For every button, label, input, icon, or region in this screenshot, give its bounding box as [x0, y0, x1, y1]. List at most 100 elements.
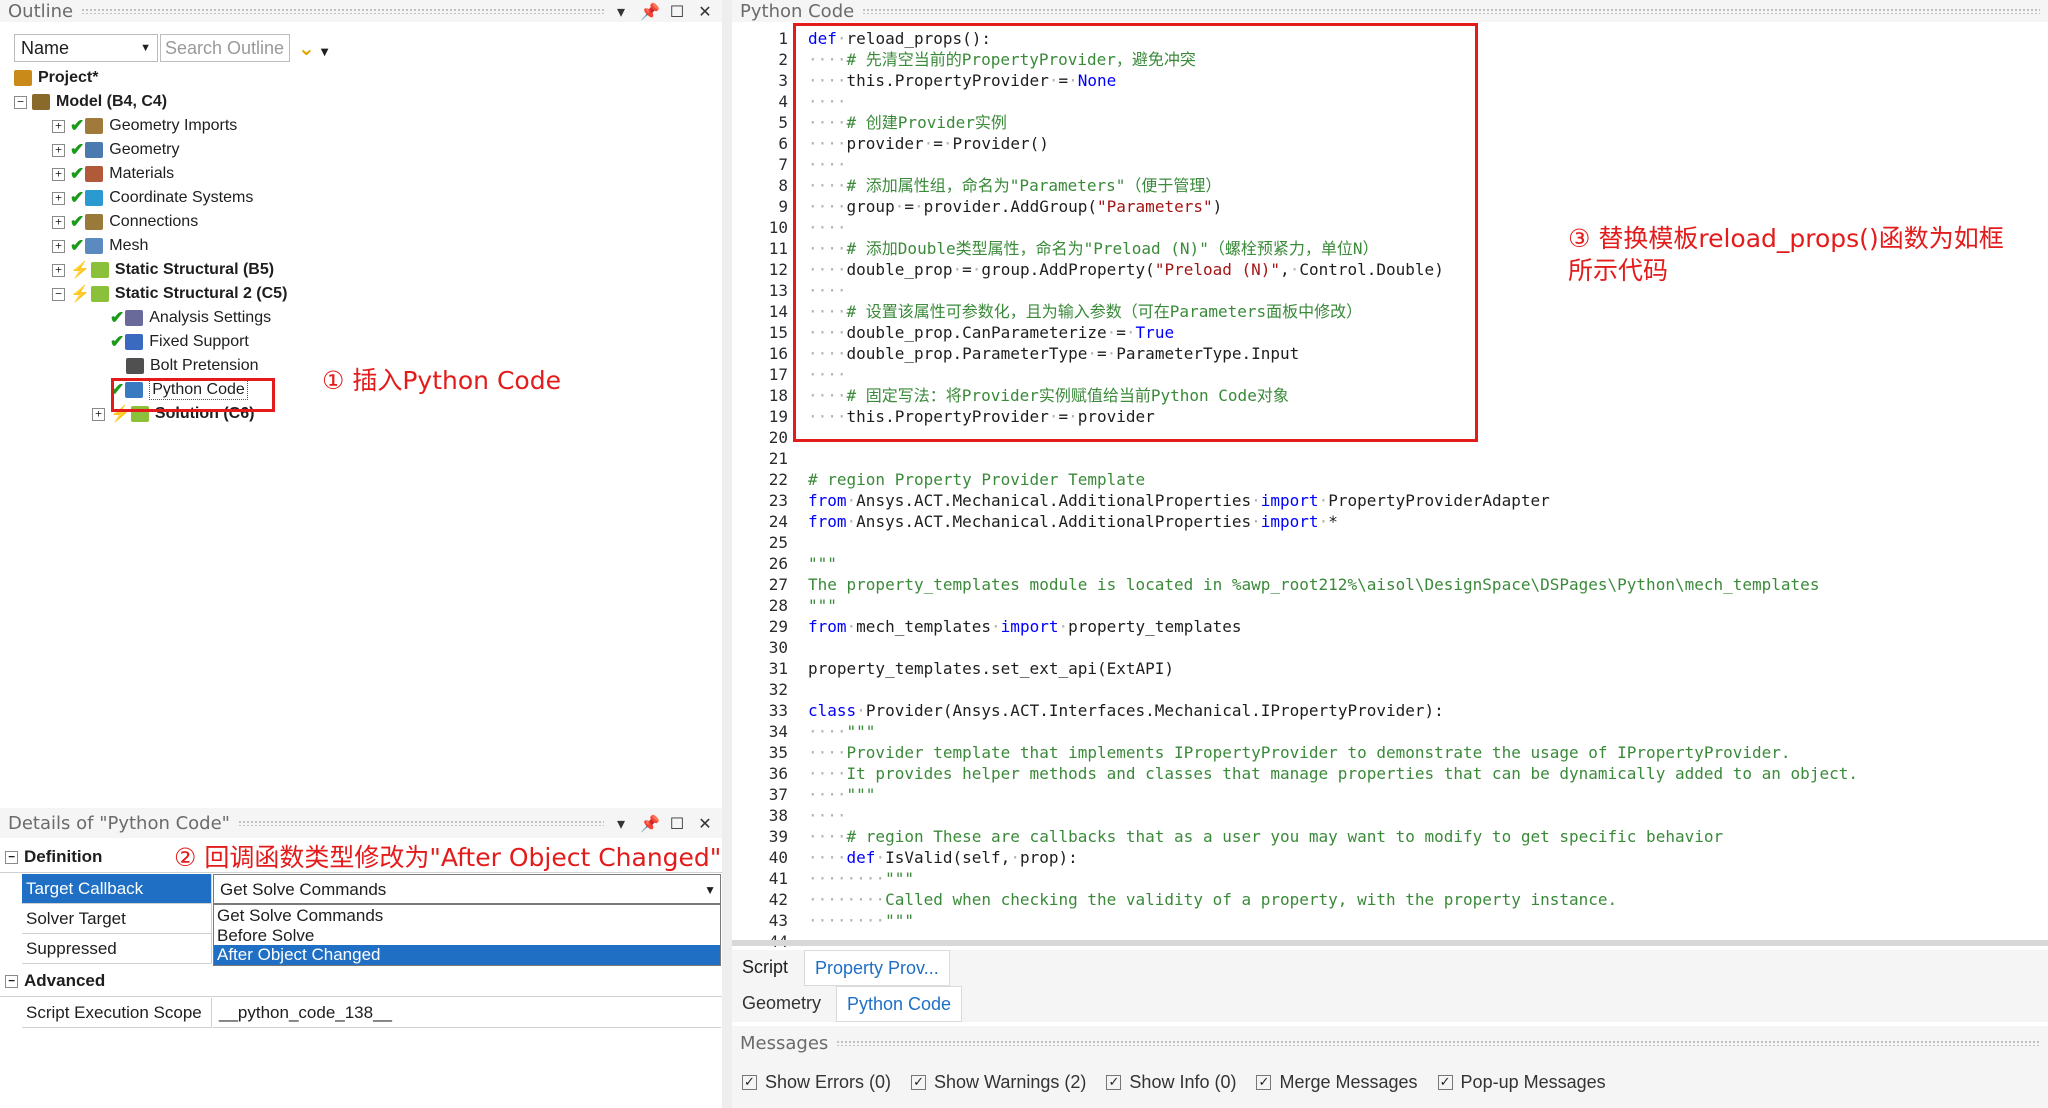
expand-icon[interactable]: +: [52, 263, 65, 277]
tree-item[interactable]: − Model (B4, C4): [14, 90, 167, 114]
checkbox[interactable]: ✓: [742, 1074, 757, 1090]
collapse-icon[interactable]: −: [14, 95, 27, 109]
code-line[interactable]: 43 ········""": [732, 910, 2048, 931]
callback-dropdown-list[interactable]: Get Solve Commands Before Solve After Ob…: [213, 904, 721, 966]
tree-item[interactable]: + ✔ Geometry Imports: [52, 114, 237, 138]
dropdown-arrow-icon[interactable]: ▾: [612, 2, 630, 21]
tree-item[interactable]: − ⚡ Static Structural 2 (C5): [52, 282, 287, 306]
expand-icon[interactable]: +: [92, 407, 105, 421]
expand-icon[interactable]: +: [52, 239, 65, 253]
code-line[interactable]: 39 ····# region These are callbacks that …: [732, 826, 2048, 847]
message-filter-item[interactable]: ✓ Merge Messages: [1256, 1072, 1418, 1093]
expand-icon[interactable]: +: [52, 119, 65, 133]
tree-item-label: Static Structural (B5): [114, 261, 275, 278]
tree-item[interactable]: + ⚡ Static Structural (B5): [52, 258, 274, 282]
message-filter-item[interactable]: ✓ Show Warnings (2): [911, 1072, 1086, 1093]
line-number: 38: [768, 806, 788, 825]
tree-item[interactable]: + ✔ Coordinate Systems: [52, 186, 253, 210]
tree-item[interactable]: + ✔ Materials: [52, 162, 174, 186]
code-line[interactable]: 40 ····def·IsValid(self,·prop):: [732, 847, 2048, 868]
panel-splitter[interactable]: [722, 0, 732, 1108]
tree-item[interactable]: ✔ Analysis Settings: [92, 306, 271, 330]
messages-title-bar: Messages: [732, 1026, 2048, 1060]
line-number: 25: [768, 533, 788, 552]
dropdown-option-selected[interactable]: After Object Changed: [214, 945, 720, 965]
pin-icon[interactable]: 📌: [640, 814, 660, 833]
tree-item-label: Geometry: [109, 141, 180, 158]
tree-item[interactable]: Project*: [14, 66, 98, 90]
dropdown-option[interactable]: Before Solve: [214, 926, 720, 945]
code-text: """: [808, 554, 837, 573]
pin-icon[interactable]: 📌: [640, 2, 660, 21]
line-number: 26: [768, 554, 788, 573]
expand-icon[interactable]: +: [52, 167, 65, 181]
checkbox[interactable]: ✓: [1437, 1074, 1453, 1090]
code-line[interactable]: 21: [732, 448, 2048, 469]
tree-item[interactable]: + ✔ Geometry: [52, 138, 180, 162]
message-filter-item[interactable]: ✓ Show Errors (0): [742, 1072, 891, 1093]
tree-item[interactable]: Bolt Pretension: [92, 354, 259, 378]
tree-item[interactable]: + ✔ Mesh: [52, 234, 148, 258]
checkbox[interactable]: ✓: [1256, 1074, 1272, 1090]
target-callback-row[interactable]: Target Callback Get Solve Commands ▼: [0, 874, 722, 904]
collapse-icon[interactable]: −: [5, 851, 18, 865]
code-line[interactable]: 28 """: [732, 595, 2048, 616]
line-number: 32: [768, 680, 788, 699]
code-line[interactable]: 23 from·Ansys.ACT.Mechanical.AdditionalPr…: [732, 490, 2048, 511]
dropdown-arrow-icon[interactable]: ▾: [612, 814, 630, 833]
line-number: 37: [768, 785, 788, 804]
tab-geometry[interactable]: Geometry: [732, 986, 831, 1020]
status-bolt-icon: ⚡: [70, 262, 90, 279]
filter-chevron-icon[interactable]: ⌄: [298, 36, 315, 60]
code-line[interactable]: 25: [732, 532, 2048, 553]
code-line[interactable]: 33 class·Provider(Ansys.ACT.Interfaces.Me…: [732, 700, 2048, 721]
close-icon[interactable]: ✕: [696, 2, 714, 21]
code-line[interactable]: 42 ········Called when checking the valid…: [732, 889, 2048, 910]
toolbar-dropdown-icon[interactable]: ▼: [321, 47, 329, 58]
script-scope-row[interactable]: Script Execution Scope __python_code_138…: [0, 998, 722, 1028]
code-line[interactable]: 30: [732, 637, 2048, 658]
expand-icon[interactable]: +: [52, 215, 65, 229]
editor-hscrollbar[interactable]: [732, 940, 2048, 946]
tree-item-label: Static Structural 2 (C5): [114, 285, 288, 302]
name-filter-select[interactable]: Name ▼: [14, 34, 158, 62]
python-title-bar: Python Code: [732, 0, 2048, 22]
code-line[interactable]: 31 property_templates.set_ext_api(ExtAPI): [732, 658, 2048, 679]
collapse-icon[interactable]: −: [52, 287, 65, 301]
expand-icon[interactable]: +: [52, 191, 65, 205]
tab-property-provider[interactable]: Property Prov...: [804, 950, 950, 986]
checkbox[interactable]: ✓: [1106, 1074, 1122, 1090]
code-line[interactable]: 22 # region Property Provider Template: [732, 469, 2048, 490]
tree-item[interactable]: ✔ Fixed Support: [92, 330, 249, 354]
code-line[interactable]: 26 """: [732, 553, 2048, 574]
message-filter-item[interactable]: ✓ Pop-up Messages: [1437, 1072, 1606, 1093]
status-check-icon: ✔: [70, 236, 85, 255]
code-line[interactable]: 36 ····It provides helper methods and cla…: [732, 763, 2048, 784]
tree-item[interactable]: + ✔ Connections: [52, 210, 198, 234]
target-callback-select[interactable]: Get Solve Commands ▼: [213, 874, 721, 904]
search-outline-input[interactable]: Search Outline: [160, 34, 290, 62]
code-line[interactable]: 41 ········""": [732, 868, 2048, 889]
maximize-icon[interactable]: ☐: [668, 2, 686, 21]
python-code-highlight-box: [111, 378, 275, 412]
code-line[interactable]: 24 from·Ansys.ACT.Mechanical.AdditionalPr…: [732, 511, 2048, 532]
expand-icon[interactable]: +: [52, 143, 65, 157]
line-number: 12: [768, 260, 788, 279]
code-line[interactable]: 38 ····: [732, 805, 2048, 826]
checkbox[interactable]: ✓: [911, 1074, 927, 1090]
code-line[interactable]: 29 from·mech_templates·import·property_te…: [732, 616, 2048, 637]
chevron-down-icon[interactable]: ▼: [704, 875, 716, 905]
dropdown-option[interactable]: Get Solve Commands: [214, 905, 720, 926]
code-line[interactable]: 34 ····""": [732, 721, 2048, 742]
tab-script[interactable]: Script: [732, 950, 798, 984]
close-icon[interactable]: ✕: [696, 814, 714, 833]
code-line[interactable]: 27 The property_templates module is locat…: [732, 574, 2048, 595]
collapse-icon[interactable]: −: [5, 975, 18, 989]
advanced-section-header[interactable]: − Advanced: [0, 966, 722, 997]
maximize-icon[interactable]: ☐: [668, 814, 686, 833]
tab-python-code[interactable]: Python Code: [836, 986, 963, 1022]
message-filter-item[interactable]: ✓ Show Info (0): [1106, 1072, 1236, 1093]
code-line[interactable]: 37 ····""": [732, 784, 2048, 805]
code-line[interactable]: 35 ····Provider template that implements …: [732, 742, 2048, 763]
code-line[interactable]: 32: [732, 679, 2048, 700]
